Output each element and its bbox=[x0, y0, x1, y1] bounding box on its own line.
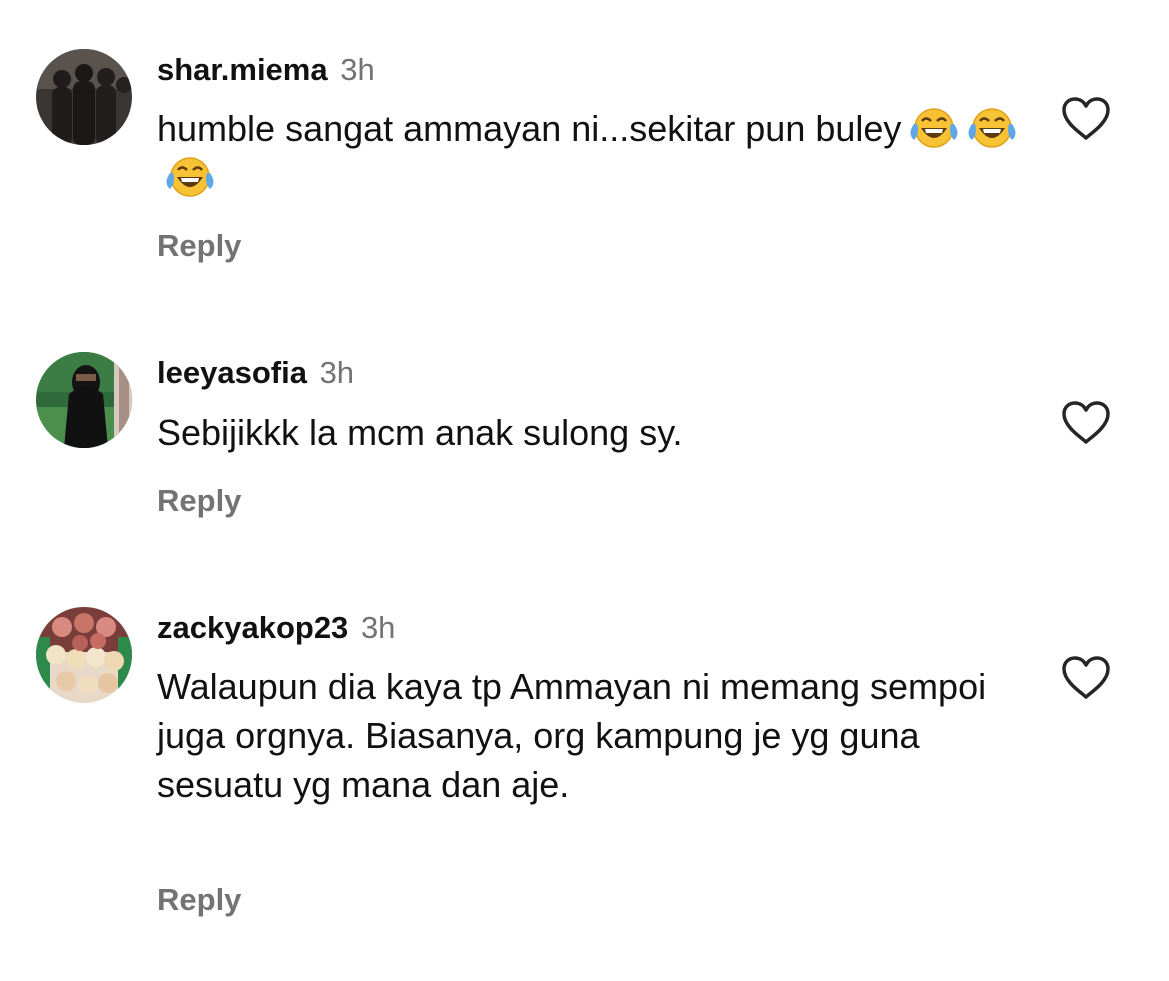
username[interactable]: shar.miema bbox=[157, 52, 328, 87]
comment-item: shar.miema 3h humble sangat ammayan ni..… bbox=[0, 0, 1169, 300]
comment-text-content: Sebijikkk la mcm anak sulong sy. bbox=[157, 412, 683, 453]
timestamp: 3h bbox=[340, 52, 375, 87]
avatar[interactable] bbox=[36, 49, 132, 145]
comment-header: zackyakop23 3h bbox=[157, 610, 395, 646]
timestamp: 3h bbox=[360, 610, 396, 645]
comment-text: Walaupun dia kaya tp Ammayan ni memang s… bbox=[157, 662, 1007, 809]
comment-text-content: humble sangat ammayan ni...sekitar pun b… bbox=[157, 108, 902, 149]
username[interactable]: zackyakop23 bbox=[157, 610, 348, 645]
face-with-tears-of-joy-icon bbox=[166, 157, 214, 197]
comment-item: leeyasofia 3h Sebijikkk la mcm anak sulo… bbox=[0, 300, 1169, 580]
comment-text-content: Walaupun dia kaya tp Ammayan ni memang s… bbox=[157, 666, 997, 805]
comment-header: leeyasofia 3h bbox=[157, 355, 354, 391]
reply-button[interactable]: Reply bbox=[157, 228, 241, 264]
avatar[interactable] bbox=[36, 607, 132, 703]
heart-icon[interactable] bbox=[1058, 653, 1114, 703]
heart-icon[interactable] bbox=[1058, 398, 1114, 448]
face-with-tears-of-joy-icon bbox=[910, 108, 958, 148]
username[interactable]: leeyasofia bbox=[157, 355, 307, 390]
avatar[interactable] bbox=[36, 352, 132, 448]
reply-button[interactable]: Reply bbox=[157, 483, 241, 519]
heart-icon[interactable] bbox=[1058, 94, 1114, 144]
comment-text: Sebijikkk la mcm anak sulong sy. bbox=[157, 408, 1037, 457]
face-with-tears-of-joy-icon bbox=[968, 108, 1016, 148]
reply-button[interactable]: Reply bbox=[157, 882, 241, 918]
comment-header: shar.miema 3h bbox=[157, 52, 375, 88]
comment-text: humble sangat ammayan ni...sekitar pun b… bbox=[157, 104, 1037, 202]
timestamp: 3h bbox=[319, 355, 355, 390]
comment-item: zackyakop23 3h Walaupun dia kaya tp Amma… bbox=[0, 580, 1169, 981]
